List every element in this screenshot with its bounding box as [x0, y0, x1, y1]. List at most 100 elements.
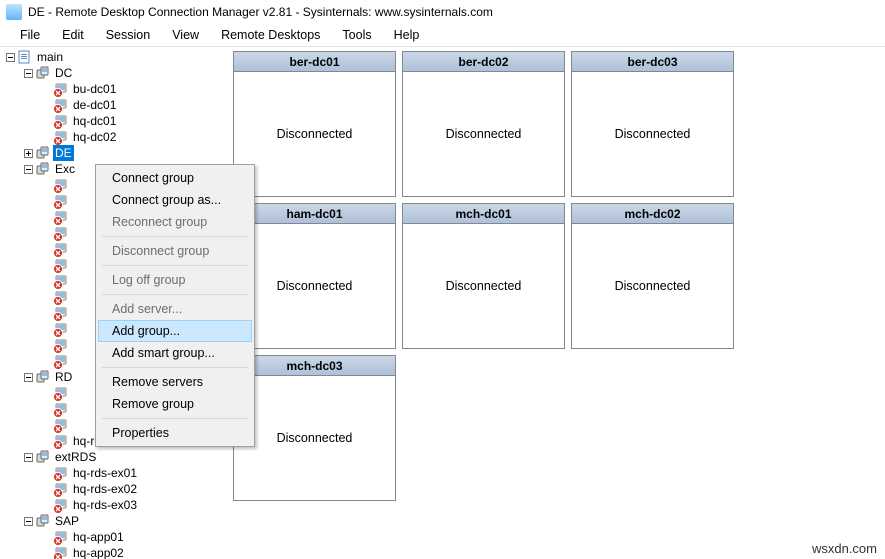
group-icon: [35, 145, 51, 161]
tree-label: hq-rds-ex02: [71, 481, 139, 497]
tree-row[interactable]: SAP: [0, 513, 227, 529]
host-err-icon: [53, 289, 69, 305]
host-err-icon: [53, 417, 69, 433]
server-tile[interactable]: mch-dc03 Disconnected: [233, 355, 396, 501]
server-tile[interactable]: ham-dc01 Disconnected: [233, 203, 396, 349]
host-err-icon: [53, 81, 69, 97]
tile-title: ber-dc02: [403, 52, 564, 72]
tree-row[interactable]: DE: [0, 145, 227, 161]
host-err-icon: [53, 353, 69, 369]
tree-label: hq-rds-ex01: [71, 465, 139, 481]
menu-item[interactable]: Add group...: [98, 320, 252, 342]
host-err-icon: [53, 193, 69, 209]
menu-view[interactable]: View: [162, 26, 209, 44]
menu-item[interactable]: Connect group as...: [98, 189, 252, 211]
server-tile[interactable]: ber-dc01 Disconnected: [233, 51, 396, 197]
tree-label: SAP: [53, 513, 81, 529]
tree-label: main: [35, 49, 65, 65]
host-err-icon: [53, 305, 69, 321]
host-err-icon: [53, 177, 69, 193]
menu-item[interactable]: Properties: [98, 422, 252, 444]
tree-label: RD: [53, 369, 74, 385]
tree-row[interactable]: hq-app01: [0, 529, 227, 545]
host-err-icon: [53, 321, 69, 337]
host-err-icon: [53, 129, 69, 145]
menu-item: Reconnect group: [98, 211, 252, 233]
tile-status: Disconnected: [403, 72, 564, 196]
app-icon: [6, 4, 22, 20]
menu-separator: [102, 236, 248, 237]
tree-label: de-dc01: [71, 97, 118, 113]
host-err-icon: [53, 385, 69, 401]
tile-title: mch-dc02: [572, 204, 733, 224]
group-icon: [35, 449, 51, 465]
tree-row[interactable]: hq-rds-ex02: [0, 481, 227, 497]
server-tile[interactable]: mch-dc02 Disconnected: [571, 203, 734, 349]
tree-row[interactable]: bu-dc01: [0, 81, 227, 97]
tree-row[interactable]: extRDS: [0, 449, 227, 465]
expander-icon[interactable]: [22, 371, 34, 383]
expander-icon[interactable]: [22, 163, 34, 175]
host-err-icon: [53, 257, 69, 273]
host-err-icon: [53, 529, 69, 545]
host-err-icon: [53, 113, 69, 129]
menu-file[interactable]: File: [10, 26, 50, 44]
tree-label: hq-dc02: [71, 129, 118, 145]
tree-label: extRDS: [53, 449, 98, 465]
host-err-icon: [53, 241, 69, 257]
tree-label: bu-dc01: [71, 81, 118, 97]
host-err-icon: [53, 497, 69, 513]
tree-row[interactable]: hq-rds-ex01: [0, 465, 227, 481]
expander-icon[interactable]: [4, 51, 16, 63]
host-err-icon: [53, 225, 69, 241]
menu-item[interactable]: Remove group: [98, 393, 252, 415]
tile-title: ber-dc03: [572, 52, 733, 72]
tree-row[interactable]: main: [0, 49, 227, 65]
tree-row[interactable]: hq-rds-ex03: [0, 497, 227, 513]
tree-row[interactable]: hq-app02: [0, 545, 227, 559]
menu-edit[interactable]: Edit: [52, 26, 94, 44]
menu-item[interactable]: Connect group: [98, 167, 252, 189]
host-err-icon: [53, 337, 69, 353]
menu-help[interactable]: Help: [384, 26, 430, 44]
tree-row[interactable]: de-dc01: [0, 97, 227, 113]
window-title: DE - Remote Desktop Connection Manager v…: [28, 5, 493, 19]
menu-tools[interactable]: Tools: [332, 26, 381, 44]
tree-row[interactable]: hq-dc01: [0, 113, 227, 129]
tree-row[interactable]: DC: [0, 65, 227, 81]
tile-status: Disconnected: [572, 72, 733, 196]
server-tile[interactable]: ber-dc02 Disconnected: [402, 51, 565, 197]
expander-icon[interactable]: [22, 451, 34, 463]
menubar: File Edit Session View Remote Desktops T…: [0, 24, 885, 46]
menu-remote-desktops[interactable]: Remote Desktops: [211, 26, 330, 44]
menu-session[interactable]: Session: [96, 26, 160, 44]
server-tile[interactable]: mch-dc01 Disconnected: [402, 203, 565, 349]
host-err-icon: [53, 465, 69, 481]
host-err-icon: [53, 97, 69, 113]
tree-label: Exc: [53, 161, 77, 177]
menu-separator: [102, 367, 248, 368]
context-menu: Connect groupConnect group as...Reconnec…: [95, 164, 255, 447]
tree-label: hq-app01: [71, 529, 126, 545]
menu-item[interactable]: Remove servers: [98, 371, 252, 393]
tile-title: ham-dc01: [234, 204, 395, 224]
tree-label: DE: [53, 145, 74, 161]
menu-item: Add server...: [98, 298, 252, 320]
tree-row[interactable]: hq-dc02: [0, 129, 227, 145]
expander-icon[interactable]: [22, 147, 34, 159]
menu-item: Log off group: [98, 269, 252, 291]
tree-label: hq-rds-ex03: [71, 497, 139, 513]
tile-title: mch-dc01: [403, 204, 564, 224]
expander-icon[interactable]: [22, 67, 34, 79]
tile-status: Disconnected: [234, 376, 395, 500]
menu-separator: [102, 418, 248, 419]
tile-status: Disconnected: [572, 224, 733, 348]
file-icon: [17, 49, 33, 65]
menu-item: Disconnect group: [98, 240, 252, 262]
menu-item[interactable]: Add smart group...: [98, 342, 252, 364]
titlebar: DE - Remote Desktop Connection Manager v…: [0, 0, 885, 24]
host-err-icon: [53, 209, 69, 225]
watermark: wsxdn.com: [812, 541, 877, 556]
expander-icon[interactable]: [22, 515, 34, 527]
server-tile[interactable]: ber-dc03 Disconnected: [571, 51, 734, 197]
